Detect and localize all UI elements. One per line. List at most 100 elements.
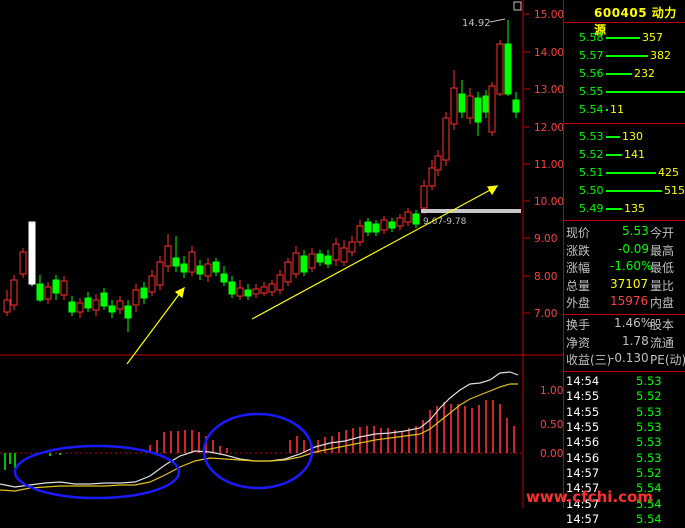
candle-body	[388, 221, 396, 229]
chart-corner-box[interactable]	[513, 1, 522, 11]
candle-body	[340, 247, 348, 263]
candle-body	[92, 299, 100, 311]
ask-price: 5.54	[579, 103, 604, 116]
ask-row[interactable]: 5.55	[564, 83, 685, 101]
candle-body	[412, 213, 420, 225]
kline-chart[interactable]: 15.00 14.00 13.00 12.00 11.00 10.00 9.00…	[0, 0, 563, 508]
bid-row[interactable]: 5.51 425	[564, 164, 685, 182]
candle-body	[196, 265, 204, 275]
candlesticks	[3, 20, 520, 332]
candle-body	[68, 301, 76, 313]
price-axis: 15.00 14.00 13.00 12.00 11.00 10.00 9.00…	[534, 9, 563, 320]
tick-time: 14:56	[566, 450, 600, 465]
ask-price: 5.55	[579, 85, 604, 98]
vol-bar	[606, 91, 685, 93]
quote-value: 37107	[610, 276, 649, 291]
candle-body	[84, 297, 92, 309]
vol-bar	[606, 73, 632, 75]
trend-arrow	[251, 188, 493, 320]
ask-vol: 382	[650, 49, 671, 62]
tick-row[interactable]: 14:55 5.53	[564, 420, 685, 435]
tick-time: 14:56	[566, 435, 600, 450]
ask-row[interactable]: 5.57 382	[564, 47, 685, 65]
tick-time: 14:57	[566, 512, 600, 527]
candle-body	[300, 255, 308, 273]
candle-body	[60, 280, 68, 296]
candle-body	[180, 263, 188, 273]
ask-row[interactable]: 5.54 11	[564, 101, 685, 119]
tick-row[interactable]: 14:56 5.53	[564, 435, 685, 450]
quote-panel: 600405 动力源 5.58 357 5.57 382 5.56 232 5.55 …	[563, 0, 685, 526]
vol-bar	[606, 190, 662, 192]
candle-body	[348, 241, 356, 253]
tick-row[interactable]: 14:54 5.53	[564, 374, 685, 389]
candle-body	[356, 225, 364, 243]
ask-row[interactable]: 5.56 232	[564, 65, 685, 83]
candle-body	[19, 251, 27, 275]
quote-label: 总量	[566, 278, 591, 293]
tick-row[interactable]: 14:55 5.52	[564, 389, 685, 404]
indicator-tick: 0.50	[540, 419, 563, 431]
tick-row[interactable]: 14:56 5.53	[564, 451, 685, 466]
ask-vol: 357	[642, 31, 663, 44]
indicator-line-yellow	[0, 383, 518, 492]
candle-body	[10, 279, 18, 306]
tick-row[interactable]: 14:55 5.53	[564, 405, 685, 420]
quote-label: 外盘	[566, 296, 591, 311]
ask-row[interactable]: 5.58 357	[564, 29, 685, 47]
bid-row[interactable]: 5.52 141	[564, 146, 685, 164]
bid-row[interactable]: 5.49 135	[564, 200, 685, 218]
tick-row[interactable]: 14:57 5.52	[564, 466, 685, 481]
indicator-tick: 0.00	[540, 448, 563, 460]
tick-price: 5.54	[636, 512, 662, 527]
bid-row[interactable]: 5.50 515	[564, 182, 685, 200]
candle-body	[228, 281, 236, 295]
tick-price: 5.52	[636, 466, 662, 481]
quote-row: 总量 37107 量比	[564, 276, 685, 294]
candle-body	[164, 245, 172, 267]
candle-body	[212, 261, 220, 273]
candle-body	[482, 95, 490, 113]
candle-body	[28, 221, 36, 285]
highlight-circle	[13, 444, 181, 500]
candle-body	[420, 185, 428, 209]
ask-vol: 232	[634, 67, 655, 80]
candle-body	[324, 255, 332, 265]
bid-price: 5.53	[579, 130, 604, 143]
bid-vol: 425	[658, 166, 679, 179]
candle-body	[364, 221, 372, 233]
vol-bar	[606, 136, 620, 138]
quote-label: 流通	[650, 335, 675, 350]
indicator-line-white	[0, 371, 519, 488]
candle-body	[276, 274, 284, 291]
vol-bar	[606, 208, 622, 210]
candle-body	[268, 283, 276, 293]
quote-label: 现价	[566, 226, 591, 240]
bid-vol: 515	[664, 184, 685, 197]
candle-body	[496, 43, 504, 95]
candle-body	[372, 223, 380, 233]
candle-body	[148, 275, 156, 293]
candle-body	[512, 99, 520, 113]
candle-body	[108, 305, 116, 313]
bid-price: 5.49	[579, 202, 604, 215]
quote-label: 股本	[650, 317, 675, 332]
quote-label: 净资	[566, 335, 591, 350]
candle-body	[116, 300, 124, 310]
candle-body	[450, 87, 458, 125]
candle-body	[204, 263, 212, 277]
candle-body	[292, 252, 300, 275]
candle-body	[504, 43, 512, 95]
tick-time: 14:55	[566, 419, 600, 434]
bid-price: 5.51	[579, 166, 604, 179]
bid-row[interactable]: 5.53 130	[564, 128, 685, 146]
candle-body	[156, 261, 164, 286]
tick-row[interactable]: 14:57 5.54	[564, 512, 685, 527]
quote-value: -1.60%	[610, 259, 653, 274]
quote-label: 今开	[650, 226, 675, 240]
bid-vol: 141	[624, 148, 645, 161]
candle-body	[434, 155, 442, 171]
tick-price: 5.53	[636, 373, 662, 388]
indicator-axis: 1.00 0.50 0.00	[540, 385, 563, 460]
candle-body	[284, 261, 292, 283]
